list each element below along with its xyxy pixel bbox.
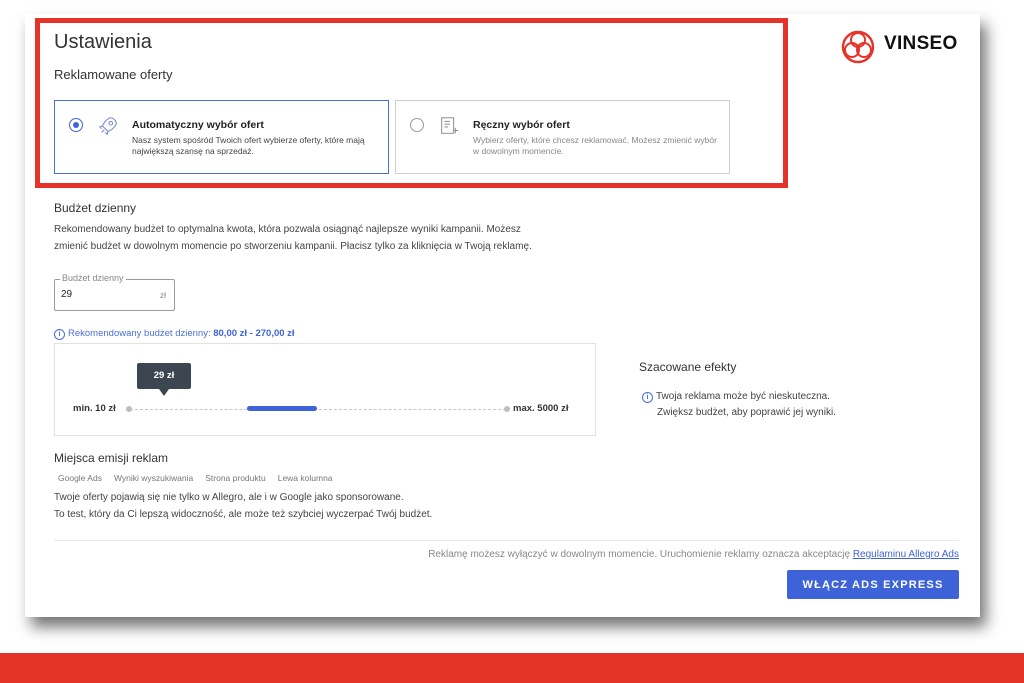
placements-description: Twoje oferty pojawią się nie tylko w All… <box>54 489 432 523</box>
placements-title: Miejsca emisji reklam <box>54 451 169 465</box>
placements-line2: To test, który da Ci lepszą widoczność, … <box>54 509 433 520</box>
budget-description-line1: Rekomendowany budżet to optymalna kwota,… <box>54 224 521 235</box>
recommended-budget: i Rekomendowany budżet dzienny: 80,00 zł … <box>54 328 295 340</box>
slider-recommended-range <box>247 406 317 411</box>
recommended-range: 80,00 zł - 270,00 zł <box>213 328 295 339</box>
placements-line1: Twoje oferty pojawią się nie tylko w All… <box>54 492 404 503</box>
slider-max-dot <box>504 406 510 412</box>
chip-left-column: Lewa kolumna <box>277 473 333 483</box>
terms-link[interactable]: Regulaminu Allegro Ads <box>853 549 959 560</box>
slider-track[interactable] <box>130 409 506 410</box>
info-icon: i <box>642 392 653 403</box>
chip-product-page: Strona produktu <box>205 473 266 483</box>
effects-title: Szacowane efekty <box>639 360 737 374</box>
bottom-brand-bar <box>0 653 1024 683</box>
footer-note: Reklamę możesz wyłączyć w dowolnym momen… <box>428 549 959 560</box>
effects-line2: Zwiększ budżet, aby poprawić jej wyniki. <box>657 407 836 418</box>
slider-min-label: min. 10 zł <box>73 403 116 414</box>
footer-note-text: Reklamę możesz wyłączyć w dowolnym momen… <box>428 549 851 560</box>
slider-tooltip: 29 zł <box>137 363 191 396</box>
effects-message: i Twoja reklama może być nieskuteczna. Zw… <box>642 389 836 421</box>
slider-handle[interactable] <box>126 406 132 412</box>
budget-description-line2: zmienić budżet w dowolnym momencie po st… <box>54 241 532 252</box>
chip-search-results: Wyniki wyszukiwania <box>113 473 194 483</box>
vinseo-logo-icon <box>841 30 875 64</box>
chip-google-ads: Google Ads <box>58 473 102 483</box>
budget-input-label: Budżet dzienny <box>60 273 126 283</box>
budget-input-unit: zł <box>159 290 166 300</box>
enable-ads-express-button[interactable]: WŁĄCZ ADS EXPRESS <box>787 570 959 599</box>
budget-input[interactable]: Budżet dzienny 29 zł <box>54 273 175 311</box>
budget-title: Budżet dzienny <box>54 201 137 215</box>
placement-chips: Google Ads Wyniki wyszukiwania Strona prod… <box>58 473 345 483</box>
highlight-frame <box>35 18 788 188</box>
budget-slider-panel: 29 zł min. 10 zł max. 5000 zł <box>54 343 596 436</box>
info-icon: i <box>54 329 65 340</box>
slider-max-label: max. 5000 zł <box>513 403 569 414</box>
effects-line1: Twoja reklama może być nieskuteczna. <box>656 391 830 402</box>
budget-input-value[interactable]: 29 <box>61 289 72 300</box>
footer-divider <box>54 540 959 541</box>
budget-description: Rekomendowany budżet to optymalna kwota,… <box>54 221 532 255</box>
brand-name: VINSEO <box>884 33 958 54</box>
recommended-label: Rekomendowany budżet dzienny: <box>68 328 211 339</box>
